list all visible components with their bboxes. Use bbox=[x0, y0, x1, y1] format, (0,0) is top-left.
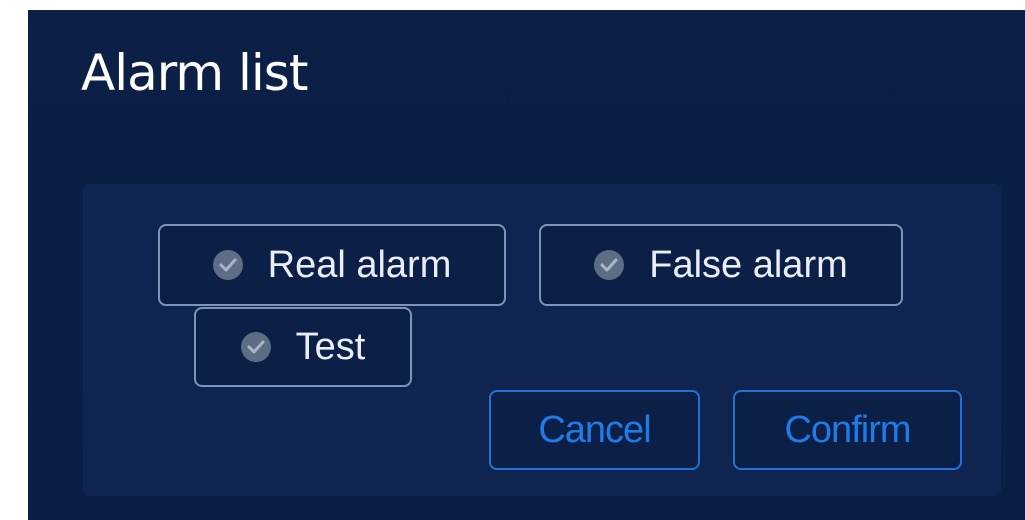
test-label: Test bbox=[295, 325, 366, 368]
check-circle-icon bbox=[212, 250, 243, 280]
false-alarm-label: False alarm bbox=[649, 243, 848, 286]
test-option[interactable]: Test bbox=[194, 307, 412, 387]
check-circle-icon bbox=[240, 332, 271, 362]
check-circle-icon bbox=[594, 250, 625, 280]
real-alarm-label: Real alarm bbox=[267, 243, 452, 286]
cancel-button[interactable]: Cancel bbox=[489, 390, 700, 470]
alarm-list-dialog: Alarm list Real alarm False alarm Test C… bbox=[28, 10, 1025, 520]
alarm-type-panel: Real alarm False alarm Test Cancel Confi… bbox=[83, 184, 1001, 496]
false-alarm-option[interactable]: False alarm bbox=[539, 224, 903, 306]
dialog-title: Alarm list bbox=[81, 44, 308, 102]
real-alarm-option[interactable]: Real alarm bbox=[158, 224, 506, 306]
confirm-button[interactable]: Confirm bbox=[733, 390, 962, 470]
